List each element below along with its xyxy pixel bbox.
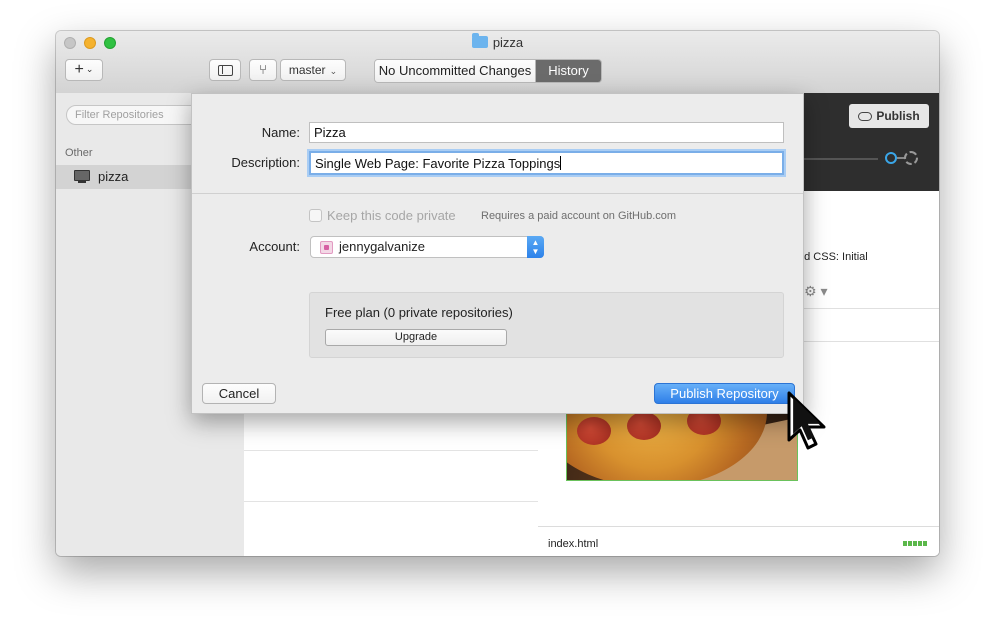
- account-select[interactable]: jennygalvanize ▲ ▼: [310, 236, 544, 258]
- name-label: Name:: [261, 125, 300, 140]
- divider: [192, 193, 803, 194]
- tab-uncommitted-changes[interactable]: No Uncommitted Changes: [375, 60, 536, 82]
- description-field[interactable]: Single Web Page: Favorite Pizza Toppings: [309, 151, 784, 175]
- file-row[interactable]: index.html: [538, 526, 939, 556]
- description-label: Description:: [231, 155, 300, 170]
- view-segmented-control: No Uncommitted Changes History: [374, 59, 602, 83]
- text-caret: [560, 156, 562, 170]
- account-label: Account:: [249, 239, 300, 254]
- tab-history[interactable]: History: [536, 60, 601, 82]
- mouse-cursor-icon: [787, 391, 826, 450]
- publish-repository-button[interactable]: Publish Repository: [654, 383, 795, 404]
- cancel-button[interactable]: Cancel: [202, 383, 276, 404]
- add-repository-button[interactable]: + ⌄: [65, 59, 103, 81]
- folder-icon: [471, 33, 488, 48]
- sidebar-section-label: Other: [65, 147, 93, 159]
- toggle-sidebar-button[interactable]: [209, 59, 241, 81]
- sync-node-icon[interactable]: [904, 151, 918, 165]
- pepperoni-shape: [577, 417, 611, 445]
- plan-info-box: Free plan (0 private repositories) Upgra…: [309, 292, 784, 358]
- keep-private-checkbox[interactable]: [309, 209, 322, 222]
- paid-account-note: Requires a paid account on GitHub.com: [481, 210, 677, 222]
- create-branch-button[interactable]: ⑂: [249, 59, 277, 81]
- plan-text: Free plan (0 private repositories): [325, 305, 513, 320]
- upgrade-button[interactable]: Upgrade: [325, 329, 507, 346]
- window-title: pizza: [56, 33, 939, 50]
- commit-summary: nd CSS: Initial: [798, 251, 868, 263]
- pepperoni-shape: [627, 412, 661, 440]
- diff-stat-icon: [903, 541, 927, 546]
- file-name: index.html: [548, 538, 599, 550]
- computer-icon: [74, 170, 90, 183]
- commit-node-icon[interactable]: [885, 152, 897, 164]
- cloud-upload-icon: [858, 112, 873, 121]
- select-arrows-icon: ▲ ▼: [527, 236, 544, 258]
- gear-icon[interactable]: ⚙ ▾: [804, 283, 827, 300]
- list-item[interactable]: [244, 450, 538, 502]
- chevron-down-icon: ⌄: [85, 64, 94, 74]
- branch-icon: ⑂: [259, 62, 267, 77]
- sidebar-icon: [217, 65, 233, 76]
- sidebar-item-label: pizza: [98, 169, 129, 184]
- title-bar: pizza + ⌄ ⑂ master ⌄ No Uncommitted Change…: [56, 31, 939, 94]
- branch-selector[interactable]: master ⌄: [280, 59, 346, 81]
- publish-button[interactable]: Publish: [849, 104, 929, 128]
- keep-private-label: Keep this code private: [327, 208, 456, 223]
- repository-name-field[interactable]: Pizza: [309, 122, 784, 143]
- avatar: [320, 241, 333, 254]
- chevron-down-icon: ⌄: [329, 66, 338, 76]
- publish-repository-sheet: Name: Pizza Description: Single Web Page…: [191, 93, 804, 414]
